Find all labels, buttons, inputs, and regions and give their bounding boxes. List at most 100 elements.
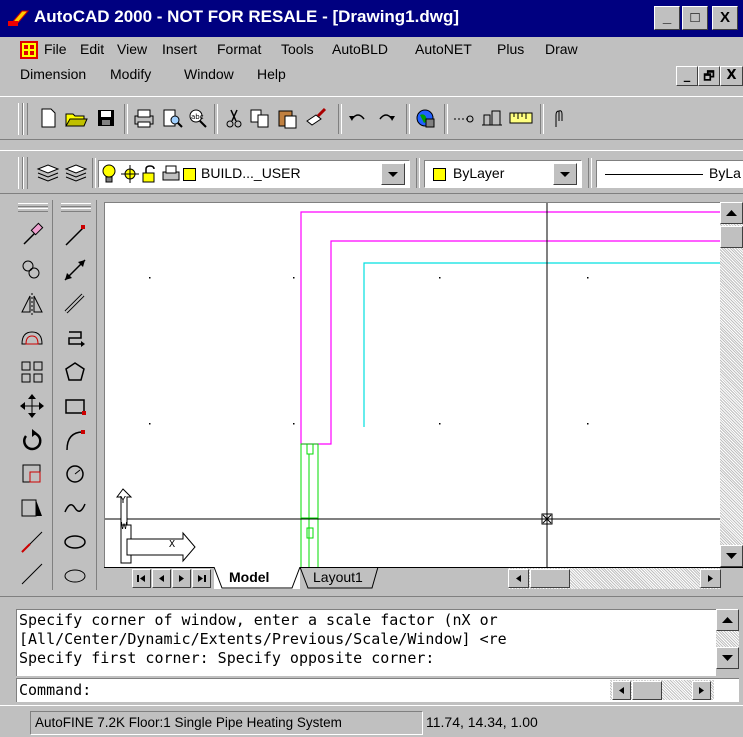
linetype-preview-line (605, 174, 703, 175)
tab-last-button[interactable] (192, 569, 211, 588)
paste-icon[interactable] (276, 107, 300, 131)
scroll-up-button[interactable] (720, 202, 743, 224)
command-hscroll-thumb[interactable] (632, 681, 662, 700)
circle-icon[interactable] (60, 460, 90, 490)
command-scroll-down-button[interactable] (716, 647, 739, 669)
spline-icon[interactable] (60, 494, 90, 524)
menu-item-format[interactable]: Format (217, 41, 261, 57)
app-icon[interactable] (8, 7, 30, 27)
layer-control-dropdown[interactable]: BUILD..._USER (98, 160, 410, 188)
menu-item-plus[interactable]: Plus (497, 41, 524, 57)
print-icon[interactable] (132, 107, 156, 131)
doc-icon[interactable] (20, 41, 38, 59)
command-hscroll-right-button[interactable] (692, 681, 711, 700)
make-object-layer-current-icon[interactable] (36, 161, 60, 185)
layer-dropdown-arrow[interactable] (381, 163, 405, 185)
menu-item-help[interactable]: Help (257, 66, 286, 82)
ellipse-icon[interactable] (60, 528, 90, 558)
menu-item-tools[interactable]: Tools (281, 41, 314, 57)
rotate-icon[interactable] (17, 426, 47, 456)
menu-item-window[interactable]: Window (184, 66, 234, 82)
command-scroll-up-button[interactable] (716, 609, 739, 631)
menu-item-dimension[interactable]: Dimension (20, 66, 86, 82)
toolbar-grip[interactable] (23, 157, 28, 189)
doc-minimize-button[interactable]: _ (676, 66, 698, 86)
hexagon-icon[interactable] (60, 358, 90, 388)
stretch-icon[interactable] (17, 494, 47, 524)
array-icon[interactable] (17, 358, 47, 388)
menu-item-edit[interactable]: Edit (80, 41, 104, 57)
tracking-icon[interactable] (480, 107, 504, 131)
print-preview-icon[interactable] (160, 107, 184, 131)
tab-next-button[interactable] (172, 569, 191, 588)
copy-object-icon[interactable] (17, 256, 47, 286)
polygon-icon[interactable] (60, 324, 90, 354)
tab-layout1[interactable]: Layout1 (300, 567, 380, 589)
lock-icon (141, 164, 159, 188)
status-coordinates[interactable]: 11.74, 14.34, 1.00 (424, 711, 743, 735)
vertical-scrollbar[interactable] (720, 202, 743, 567)
menu-item-autonet[interactable]: AutoNET (415, 41, 472, 57)
rectangle-icon[interactable] (60, 392, 90, 422)
insert-hyperlink-icon[interactable] (452, 107, 476, 131)
move-icon[interactable] (17, 392, 47, 422)
offset-icon[interactable] (17, 324, 47, 354)
menu-item-insert[interactable]: Insert (162, 41, 197, 57)
close-button[interactable]: X (712, 6, 738, 30)
menu-item-file[interactable]: File (44, 41, 67, 57)
tab-first-button[interactable] (132, 569, 151, 588)
match-properties-icon[interactable] (304, 107, 328, 131)
toolbar-separator (214, 104, 218, 134)
undo-icon[interactable] (346, 107, 370, 131)
hscroll-right-button[interactable] (700, 569, 721, 588)
ucs-icon[interactable] (508, 107, 533, 131)
mirror-icon[interactable] (17, 290, 47, 320)
pan-realtime-icon[interactable] (548, 107, 572, 131)
web-globe-icon[interactable] (414, 107, 438, 131)
scroll-down-button[interactable] (720, 545, 743, 567)
erase-icon[interactable] (17, 222, 47, 252)
linetype-control-dropdown[interactable]: ByLa (596, 160, 743, 188)
command-prompt: Command: (19, 681, 92, 699)
open-folder-icon[interactable] (64, 107, 88, 131)
copy-icon[interactable] (248, 107, 272, 131)
scroll-thumb[interactable] (720, 226, 743, 248)
insert-block-icon[interactable] (60, 560, 90, 590)
construction-line-icon[interactable] (60, 256, 90, 286)
cut-icon[interactable] (222, 107, 246, 131)
menu-item-modify[interactable]: Modify (110, 66, 151, 82)
save-icon[interactable] (94, 107, 118, 131)
command-hscroll-left-button[interactable] (612, 681, 631, 700)
tab-prev-button[interactable] (152, 569, 171, 588)
trim-icon[interactable] (17, 528, 47, 558)
layer-color-swatch (183, 168, 196, 181)
toolbar-separator (92, 158, 96, 188)
toolbar-grip[interactable] (23, 103, 28, 135)
doc-restore-button[interactable]: 🗗 (698, 66, 720, 86)
line-icon[interactable] (60, 222, 90, 252)
new-file-icon[interactable] (36, 107, 60, 131)
command-history-line: [All/Center/Dynamic/Extents/Previous/Sca… (19, 630, 507, 648)
maximize-button[interactable]: □ (682, 6, 708, 30)
point-icon[interactable] (17, 560, 47, 590)
doc-close-button[interactable]: X (720, 66, 743, 86)
minimize-button[interactable]: _ (654, 6, 680, 30)
menu-item-draw[interactable]: Draw (545, 41, 578, 57)
drawing-canvas[interactable]: Y W X (104, 202, 720, 567)
color-control-dropdown[interactable]: ByLayer (424, 160, 582, 188)
layers-icon[interactable] (64, 161, 88, 185)
menu-item-autobld[interactable]: AutoBLD (332, 41, 388, 57)
color-dropdown-arrow[interactable] (553, 163, 577, 185)
toolbar-grip (18, 203, 48, 207)
ucs-x-label: X (169, 539, 176, 550)
hscroll-left-button[interactable] (508, 569, 529, 588)
menu-item-view[interactable]: View (117, 41, 147, 57)
hscroll-thumb[interactable] (530, 569, 570, 588)
tab-model[interactable]: Model (214, 567, 300, 589)
ucs-y-label: Y (120, 495, 127, 506)
scale-icon[interactable] (17, 460, 47, 490)
spell-check-icon[interactable]: abc (186, 107, 210, 131)
arc-icon[interactable] (60, 426, 90, 456)
redo-icon[interactable] (374, 107, 398, 131)
polyline-icon[interactable] (60, 290, 90, 320)
